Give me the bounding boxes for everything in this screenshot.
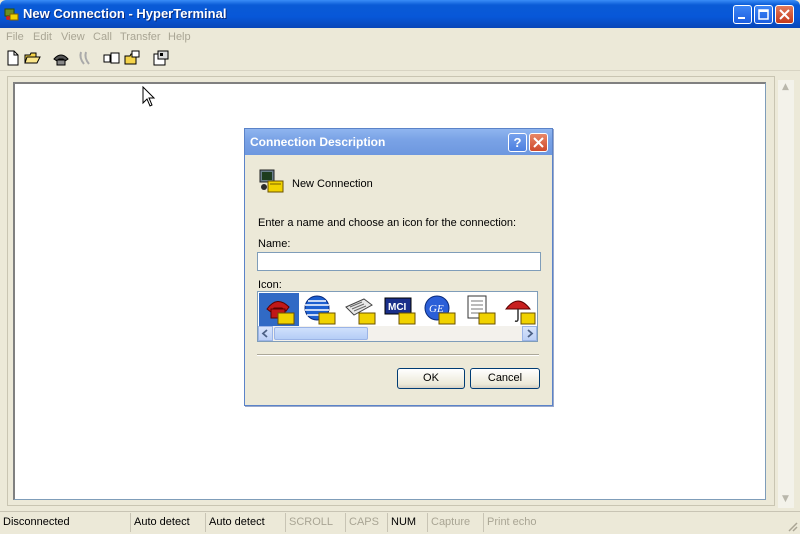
icon-label: Icon: xyxy=(258,279,282,291)
send-icon xyxy=(103,52,120,64)
vertical-scrollbar[interactable]: ▲ ▼ xyxy=(778,80,794,508)
cancel-button[interactable]: Cancel xyxy=(470,368,540,389)
status-capture: Capture xyxy=(427,513,483,532)
menu-file[interactable]: File xyxy=(6,28,24,46)
dialog-close-button[interactable] xyxy=(529,133,548,152)
umbrella-icon[interactable] xyxy=(502,293,538,327)
toolbar xyxy=(0,46,800,71)
name-input[interactable] xyxy=(257,252,541,271)
svg-text:MCI: MCI xyxy=(388,302,407,313)
maximize-icon xyxy=(758,9,769,20)
maximize-button[interactable] xyxy=(754,5,773,24)
ge-icon[interactable]: GE xyxy=(422,293,458,327)
close-button[interactable] xyxy=(775,5,794,24)
connection-name-label: New Connection xyxy=(292,178,373,190)
ok-button[interactable]: OK xyxy=(397,368,465,389)
status-detect-2: Auto detect xyxy=(205,513,285,532)
status-caps: CAPS xyxy=(345,513,387,532)
title-bar[interactable]: New Connection - HyperTerminal xyxy=(0,0,800,28)
mci-icon[interactable]: MCI xyxy=(382,293,418,327)
menu-transfer[interactable]: Transfer xyxy=(120,28,161,46)
document-icon[interactable] xyxy=(462,293,498,327)
new-icon xyxy=(7,50,19,66)
call-button[interactable] xyxy=(52,49,70,67)
menu-call[interactable]: Call xyxy=(93,28,112,46)
connection-description-dialog: Connection Description ? New Connection … xyxy=(244,128,553,406)
menu-edit[interactable]: Edit xyxy=(33,28,52,46)
hyperterminal-icon xyxy=(4,8,19,21)
connection-icon xyxy=(259,169,284,193)
minimize-icon xyxy=(738,17,745,19)
scroll-up-icon[interactable]: ▲ xyxy=(782,82,789,92)
help-button[interactable]: ? xyxy=(508,133,527,152)
scroll-right-button[interactable] xyxy=(522,326,537,341)
open-button[interactable] xyxy=(24,49,42,67)
instruction-text: Enter a name and choose an icon for the … xyxy=(258,217,517,229)
receive-button[interactable] xyxy=(124,49,142,67)
status-scroll: SCROLL xyxy=(285,513,345,532)
status-num: NUM xyxy=(387,513,427,532)
status-bar: Disconnected Auto detect Auto detect SCR… xyxy=(0,511,800,534)
receive-icon xyxy=(124,50,140,65)
send-button[interactable] xyxy=(103,49,121,67)
chevron-right-icon xyxy=(527,329,534,338)
dialog-title: Connection Description xyxy=(250,135,386,149)
window-title: New Connection - HyperTerminal xyxy=(23,6,227,21)
minimize-button[interactable] xyxy=(733,5,752,24)
properties-button[interactable] xyxy=(152,49,170,67)
status-detect-1: Auto detect xyxy=(130,513,205,532)
new-button[interactable] xyxy=(4,49,22,67)
icon-horizontal-scrollbar[interactable] xyxy=(258,326,537,341)
name-label: Name: xyxy=(258,238,291,250)
hangup-icon xyxy=(79,51,90,65)
close-icon xyxy=(779,9,790,20)
chevron-left-icon xyxy=(261,329,268,338)
close-icon xyxy=(533,137,544,148)
scroll-thumb[interactable] xyxy=(274,327,368,340)
fax-icon[interactable] xyxy=(342,293,378,327)
hangup-button[interactable] xyxy=(76,49,94,67)
dialog-title-bar[interactable]: Connection Description ? xyxy=(245,129,552,155)
menu-bar: File Edit View Call Transfer Help xyxy=(0,28,800,46)
menu-view[interactable]: View xyxy=(61,28,85,46)
status-connection: Disconnected xyxy=(3,516,70,528)
mouse-cursor-icon xyxy=(142,86,156,107)
resize-grip-icon[interactable] xyxy=(786,520,798,532)
properties-icon xyxy=(153,50,169,66)
globe-icon[interactable] xyxy=(302,293,338,327)
icon-list[interactable]: MCI GE xyxy=(257,291,538,342)
scroll-down-icon[interactable]: ▼ xyxy=(782,494,789,504)
status-print-echo: Print echo xyxy=(483,513,573,532)
phone-icon xyxy=(53,54,69,66)
phone-icon[interactable] xyxy=(262,293,298,327)
scroll-left-button[interactable] xyxy=(258,326,273,341)
open-icon xyxy=(24,52,41,64)
separator xyxy=(257,354,539,356)
menu-help[interactable]: Help xyxy=(168,28,191,46)
